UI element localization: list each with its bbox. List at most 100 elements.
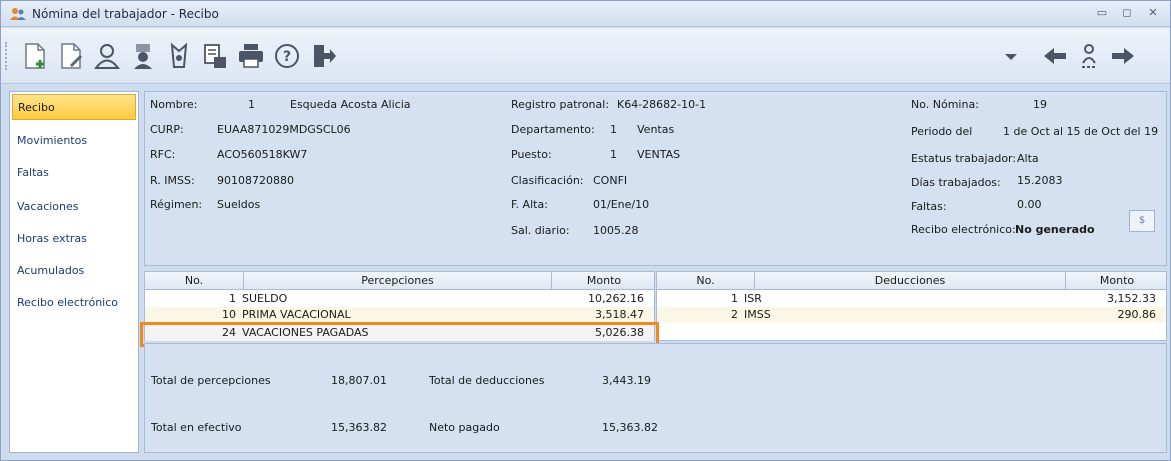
total-deducciones-label: Total de deducciones [429,374,545,387]
departamento-value: Ventas [637,123,675,136]
toolbar-grip[interactable] [5,42,8,70]
row-concepto: PRIMA VACACIONAL [242,308,351,321]
row-no: 1 [731,292,738,305]
payroll-window: Nómina del trabajador - Recibo ▭ ◻ ✕ ? R… [0,0,1171,461]
table-row[interactable]: 10 PRIMA VACACIONAL 3,518.47 [145,307,654,323]
neto-pagado-value: 15,363.82 [602,421,658,434]
exit-icon[interactable] [307,40,339,72]
new-document-icon[interactable] [19,40,51,72]
tax-icon[interactable] [163,40,195,72]
employee-icon[interactable] [91,40,123,72]
total-efectivo-value: 15,363.82 [331,421,387,434]
column-header-percepciones[interactable]: Percepciones [244,274,551,287]
row-no: 2 [731,308,738,321]
row-no: 10 [222,308,236,321]
puesto-label: Puesto: [511,148,552,161]
regimen-label: Régimen: [150,198,203,211]
payroll-person-icon[interactable] [127,40,159,72]
table-row[interactable]: 1 ISR 3,152.33 [657,291,1166,307]
row-concepto: SUELDO [242,292,288,305]
sidebar-item-recibo[interactable]: Recibo [12,94,136,120]
generate-receipt-button[interactable]: $ [1129,210,1155,232]
registro-patronal-label: Registro patronal: [511,98,610,111]
close-icon[interactable]: ✕ [1145,6,1161,20]
employee-number: 1 [248,98,255,111]
recibo-electronico-label: Recibo electrónico: [911,223,1016,236]
forward-arrow-icon[interactable] [1107,40,1139,72]
sidebar-item-faltas[interactable]: Faltas [12,160,136,186]
row-monto: 3,152.33 [1107,292,1156,305]
row-monto: 10,262.16 [588,292,644,305]
clasificacion-label: Clasificación: [511,174,584,187]
rfc-label: RFC: [150,148,176,161]
column-header-deducciones[interactable]: Deducciones [755,274,1065,287]
deducciones-header: No. Deducciones Monto [657,272,1166,290]
sidebar: Recibo Movimientos Faltas Vacaciones Hor… [9,91,139,453]
sidebar-item-horas-extras[interactable]: Horas extras [12,226,136,252]
minimize-icon[interactable]: ▭ [1094,6,1110,20]
nomina-label: No. Nómina: [911,98,979,111]
deducciones-table: No. Deducciones Monto 1 ISR 3,152.33 2 I… [656,271,1167,341]
rfc-value: ACO560518KW7 [217,148,308,161]
faltas-value: 0.00 [1017,198,1042,211]
dias-trabajados-label: Días trabajados: [911,176,1001,189]
faltas-label: Faltas: [911,200,947,213]
help-icon[interactable]: ? [271,40,303,72]
print-icon[interactable] [235,40,267,72]
percepciones-header: No. Percepciones Monto [145,272,654,290]
employees-app-icon [10,8,26,20]
puesto-number: 1 [610,148,617,161]
regimen-value: Sueldos [217,198,261,211]
edit-document-icon[interactable] [55,40,87,72]
calculate-icon[interactable] [199,40,231,72]
nomina-value: 19 [1033,98,1047,111]
neto-pagado-label: Neto pagado [429,421,500,434]
row-concepto: ISR [744,292,762,305]
sidebar-item-acumulados[interactable]: Acumulados [12,258,136,284]
maximize-icon[interactable]: ◻ [1119,6,1135,20]
total-deducciones-value: 3,443.19 [602,374,651,387]
window-title: Nómina del trabajador - Recibo [32,7,219,21]
column-header-no[interactable]: No. [657,274,754,287]
toolbar: ? [1,28,1170,84]
column-header-monto[interactable]: Monto [552,274,656,287]
nombre-label: Nombre: [150,98,198,111]
departamento-label: Departamento: [511,123,595,136]
curp-value: EUAA871029MDGSCL06 [217,123,351,136]
registro-patronal-value: K64-28682-10-1 [617,98,707,111]
periodo-value: 1 de Oct al 15 de Oct del 19 [1003,125,1159,138]
dropdown-icon[interactable] [1001,40,1021,72]
dias-trabajados-value: 15.2083 [1017,174,1063,187]
imss-value: 90108720880 [217,174,294,187]
periodo-label: Periodo del [911,125,973,138]
estatus-label: Estatus trabajador: [911,152,1017,165]
column-header-no[interactable]: No. [145,274,243,287]
sidebar-item-recibo-electronico[interactable]: Recibo electrónico [12,290,136,316]
employee-name: Esqueda Acosta Alicia [290,98,411,111]
row-no: 1 [229,292,236,305]
row-monto: 290.86 [1117,308,1157,321]
salario-diario-value: 1005.28 [593,224,639,237]
employee-info-panel: Nombre: 1 Esqueda Acosta Alicia CURP: EU… [144,91,1167,266]
column-header-monto[interactable]: Monto [1066,274,1168,287]
row-monto: 3,518.47 [595,308,644,321]
clasificacion-value: CONFI [593,174,628,187]
fecha-alta-value: 01/Ene/10 [593,198,650,211]
totals-panel: Total de percepciones 18,807.01 Total de… [144,343,1167,453]
employee-nav-icon[interactable] [1073,40,1105,72]
table-row[interactable]: 1 SUELDO 10,262.16 [145,291,654,307]
row-concepto: IMSS [744,308,771,321]
svg-text:?: ? [283,49,291,65]
curp-label: CURP: [150,123,184,136]
sidebar-item-vacaciones[interactable]: Vacaciones [12,194,136,220]
total-efectivo-label: Total en efectivo [151,421,242,434]
back-arrow-icon[interactable] [1039,40,1071,72]
estatus-value: Alta [1017,152,1039,165]
salario-diario-label: Sal. diario: [511,224,570,237]
imss-label: R. IMSS: [150,174,195,187]
fecha-alta-label: F. Alta: [511,198,548,211]
total-percepciones-label: Total de percepciones [151,374,271,387]
sidebar-item-movimientos[interactable]: Movimientos [12,128,136,154]
table-row[interactable]: 2 IMSS 290.86 [657,307,1166,323]
recibo-electronico-status: No generado [1015,223,1095,236]
